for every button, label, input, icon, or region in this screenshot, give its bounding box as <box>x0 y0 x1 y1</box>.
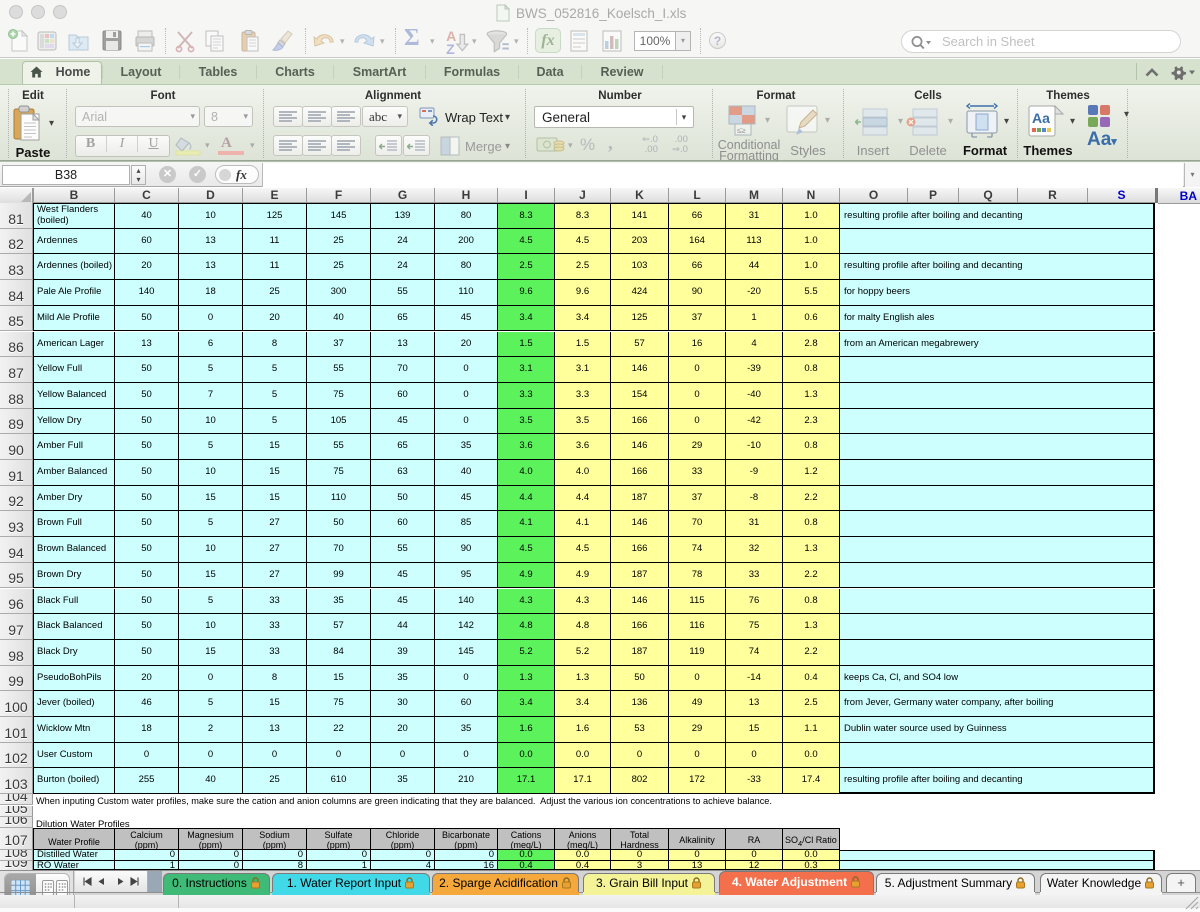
svg-text:Z: Z <box>446 41 455 55</box>
svg-text:≤≥: ≤≥ <box>737 126 746 135</box>
svg-text:Aa: Aa <box>1032 110 1050 126</box>
